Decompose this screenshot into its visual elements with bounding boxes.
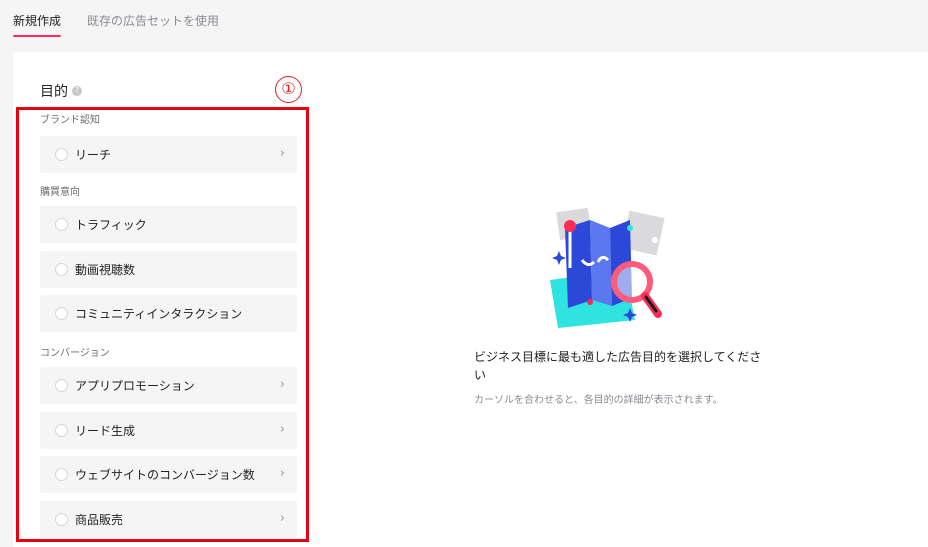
chevron-right-icon: › (279, 466, 285, 481)
map-magnifier-illustration (550, 207, 665, 328)
option-label: ウェブサイトのコンバージョン数 (75, 468, 255, 482)
objective-option-reach[interactable]: リーチ › (40, 136, 297, 173)
tab-new[interactable]: 新規作成 (13, 13, 62, 37)
info-title: ビジネス目標に最も適した広告目的を選択してください (474, 350, 762, 382)
objective-option-product-sales[interactable]: 商品販売 › (40, 501, 297, 538)
objective-header: 目的 ? (40, 81, 82, 101)
objective-option-traffic[interactable]: トラフィック (40, 206, 297, 243)
chevron-right-icon: › (279, 146, 285, 161)
content-panel: 目的 ? ① ブランド認知 リーチ › 購買意向 トラフィック 動画視聴数 コミ… (13, 52, 928, 547)
option-label: 商品販売 (75, 513, 124, 527)
radio-button[interactable] (55, 468, 68, 481)
objective-option-video-views[interactable]: 動画視聴数 (40, 251, 297, 288)
radio-button[interactable] (55, 263, 68, 276)
objective-option-lead-generation[interactable]: リード生成 › (40, 412, 297, 449)
objective-option-app-promotion[interactable]: アプリプロモーション › (40, 367, 297, 404)
radio-button[interactable] (55, 218, 68, 231)
option-label: 動画視聴数 (75, 263, 136, 277)
group-label-consideration: 購買意向 (40, 187, 80, 198)
chevron-right-icon: › (279, 511, 285, 526)
info-subtitle: カーソルを合わせると、各目的の詳細が表示されます。 (474, 395, 723, 406)
radio-button[interactable] (55, 424, 68, 437)
option-label: トラフィック (75, 218, 147, 232)
chevron-right-icon: › (279, 422, 285, 437)
objective-title: 目的 (40, 84, 68, 100)
radio-button[interactable] (55, 379, 68, 392)
group-label-conversion: コンバージョン (40, 348, 110, 359)
tab-existing-adset[interactable]: 既存の広告セットを使用 (87, 13, 219, 29)
radio-button[interactable] (55, 307, 68, 320)
group-label-brand: ブランド認知 (40, 115, 100, 126)
top-tab-bar: 新規作成 既存の広告セットを使用 (0, 0, 928, 44)
help-icon[interactable]: ? (72, 86, 82, 96)
option-label: リード生成 (75, 424, 136, 438)
radio-button[interactable] (55, 148, 68, 161)
annotation-marker: ① (275, 76, 302, 103)
chevron-right-icon: › (279, 377, 285, 392)
radio-button[interactable] (55, 513, 68, 526)
objective-option-community-interaction[interactable]: コミュニティインタラクション (40, 295, 297, 332)
option-label: リーチ (75, 148, 112, 162)
option-label: コミュニティインタラクション (75, 307, 243, 321)
objective-option-website-conversions[interactable]: ウェブサイトのコンバージョン数 › (40, 456, 297, 493)
option-label: アプリプロモーション (75, 379, 195, 393)
